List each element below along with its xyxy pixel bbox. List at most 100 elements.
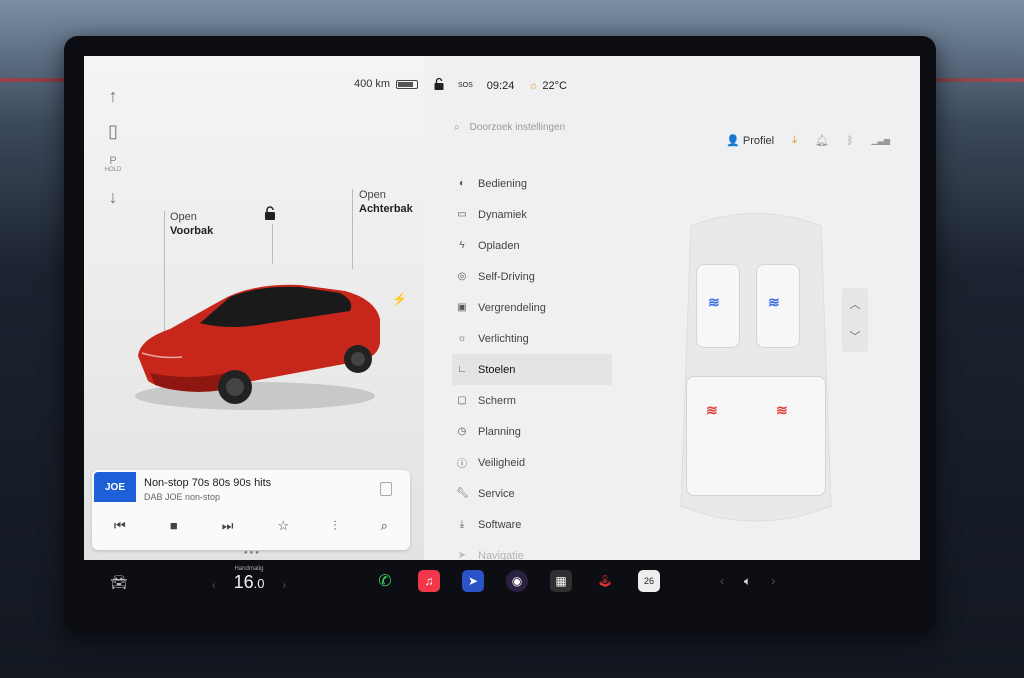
speaker-icon[interactable]: 🔈︎ (744, 574, 751, 589)
sun-icon: ☼ (528, 79, 539, 92)
seat-rear-bench[interactable] (686, 376, 826, 496)
favorite-star-icon[interactable]: ☆ (278, 518, 290, 534)
profile-button[interactable]: 👤 Profiel (726, 134, 774, 147)
car-icon: ▭ (457, 209, 467, 220)
car-icon[interactable]: 🚘︎ (110, 574, 128, 591)
menu-item-label: Vergrendeling (478, 301, 546, 314)
download-icon: ⤓ (459, 519, 465, 530)
trunk-label: Achterbak (359, 202, 413, 215)
seat-heater-map: ≋ ≋ ≋ ≋ (666, 206, 846, 526)
wrench-icon: 🔧︎ (456, 488, 469, 499)
park-indicator[interactable]: P HOLD (104, 155, 122, 174)
menu-item-label: Scherm (478, 394, 516, 407)
download-icon[interactable]: ⤓ (792, 134, 797, 147)
lock-status-icon[interactable] (434, 77, 444, 93)
camera-icon[interactable]: ◉ (506, 570, 528, 592)
clock: 09:24 (486, 79, 515, 92)
unlock-icon[interactable] (264, 206, 276, 225)
seat-heat-front-left-icon[interactable]: ≋ (708, 294, 720, 311)
chevron-up-icon[interactable]: ︿ (850, 296, 861, 312)
toybox-icon[interactable]: ▦ (550, 570, 572, 592)
gear-down-arrow-icon[interactable]: ↓ (109, 187, 118, 208)
volume-up-icon[interactable]: › (771, 574, 775, 589)
chevron-down-icon[interactable]: ﹀ (850, 328, 861, 344)
signal-icon: ▁▃▅ (871, 136, 890, 145)
nav-icon: ➤ (457, 550, 467, 560)
seat-heat-front-right-icon[interactable]: ≋ (768, 294, 780, 311)
person-icon: 👤 (726, 135, 740, 147)
menu-item-opladen[interactable]: ϟ Opladen (452, 230, 612, 261)
equalizer-icon[interactable]: ⫶ (333, 518, 336, 534)
media-controls: ⏮ ■ ⏭ ☆ ⫶ ⌕ (92, 518, 410, 534)
navigation-icon[interactable]: ➤ (462, 570, 484, 592)
menu-item-navigatie[interactable]: ➤ Navigatie (452, 540, 612, 561)
previous-icon[interactable]: ⏮ (114, 518, 126, 534)
menu-item-dynamiek[interactable]: ▭ Dynamiek (452, 199, 612, 230)
seat-heat-rear-right-icon[interactable]: ≋ (776, 402, 788, 419)
menu-item-verlichting[interactable]: ☼ Verlichting (452, 323, 612, 354)
menu-item-service[interactable]: 🔧︎ Service (452, 478, 612, 509)
gear-p-label: P (109, 155, 117, 167)
gear-up-arrow-icon[interactable]: ↑ (109, 86, 118, 107)
gear-hold-label: HOLD (104, 167, 122, 173)
radio-icon[interactable] (380, 482, 392, 496)
climate-control[interactable]: ‹ Handmatig 16.0 › (212, 566, 286, 593)
car-outline-icon: ▯ (108, 121, 118, 141)
range-text: 400 km (354, 78, 391, 90)
menu-item-label: Bediening (478, 177, 527, 190)
info-icon: ⓘ (457, 459, 467, 470)
menu-item-self-driving[interactable]: ◎ Self-Driving (452, 261, 612, 292)
bluetooth-icon[interactable]: ᛒ (847, 135, 854, 147)
clock-icon: ◷ (457, 426, 467, 437)
app-dock: ✆ ♫ ➤ ◉ ▦ 🕹︎ 26 (374, 570, 660, 592)
phone-icon[interactable]: ✆ (374, 570, 396, 592)
search-icon[interactable]: ⌕ (381, 518, 388, 534)
temp-up-icon[interactable]: › (283, 580, 286, 591)
media-player[interactable]: JOE Non-stop 70s 80s 90s hits DAB JOE no… (92, 470, 410, 550)
menu-item-label: Planning (478, 425, 521, 438)
menu-item-vergrendeling[interactable]: ▣ Vergrendeling (452, 292, 612, 323)
station-logo: JOE (94, 472, 136, 502)
toggle-icon: ◐ (458, 178, 466, 189)
frunk-callout[interactable]: Open Voorbak (170, 211, 213, 239)
volume-control: ‹ 🔈︎ › (720, 574, 775, 589)
vehicle-render[interactable] (130, 261, 390, 421)
menu-item-veiligheid[interactable]: ⓘ Veiligheid (452, 447, 612, 478)
sos-icon[interactable]: SOS (458, 82, 473, 89)
bell-icon[interactable]: 🔔︎ (815, 134, 829, 147)
gear-selector[interactable]: ↑ ▯ P HOLD ↓ (98, 86, 128, 306)
volume-down-icon[interactable]: ‹ (720, 574, 724, 589)
outside-temp: 22°C (542, 79, 567, 92)
bolt-icon: ϟ (459, 240, 465, 251)
menu-item-label: Navigatie (478, 549, 524, 561)
search-icon: ⌕ (454, 122, 460, 133)
menu-item-label: Software (478, 518, 522, 531)
menu-item-scherm[interactable]: ▢ Scherm (452, 385, 612, 416)
arcade-joystick-icon[interactable]: 🕹︎ (594, 570, 616, 592)
menu-item-stoelen[interactable]: ∟ Stoelen (452, 354, 612, 385)
cabin-temp: 16.0 (233, 572, 265, 592)
vehicle-panel: ↑ ▯ P HOLD ↓ 400 km Open Voorbak Open Ac… (84, 56, 424, 560)
seat-heat-rear-left-icon[interactable]: ≋ (706, 402, 718, 419)
settings-panel: SOS 09:24 ☼ 22°C ⌕ Doorzoek instellingen… (424, 56, 920, 560)
charge-port-icon[interactable]: ⚡ (392, 292, 407, 306)
calendar-icon[interactable]: 26 (638, 570, 660, 592)
next-icon[interactable]: ⏭ (222, 518, 234, 534)
frunk-open-label: Open (170, 211, 197, 223)
menu-item-bediening[interactable]: ◐ Bediening (452, 168, 612, 199)
trunk-callout[interactable]: Open Achterbak (359, 189, 413, 217)
menu-item-label: Service (478, 487, 515, 500)
menu-item-software[interactable]: ⤓ Software (452, 509, 612, 540)
lock-icon: ▣ (457, 302, 467, 313)
menu-item-planning[interactable]: ◷ Planning (452, 416, 612, 447)
search-input[interactable]: Doorzoek instellingen (470, 122, 566, 133)
temp-down-icon[interactable]: ‹ (212, 580, 215, 591)
settings-search[interactable]: ⌕ Doorzoek instellingen (454, 122, 565, 133)
display-icon: ▢ (457, 395, 467, 406)
menu-item-label: Stoelen (478, 363, 516, 376)
menu-item-label: Dynamiek (478, 208, 527, 221)
stop-icon[interactable]: ■ (170, 518, 178, 534)
profile-label: Profiel (742, 135, 775, 147)
music-icon[interactable]: ♫ (418, 570, 440, 592)
menu-item-label: Veiligheid (478, 456, 526, 469)
